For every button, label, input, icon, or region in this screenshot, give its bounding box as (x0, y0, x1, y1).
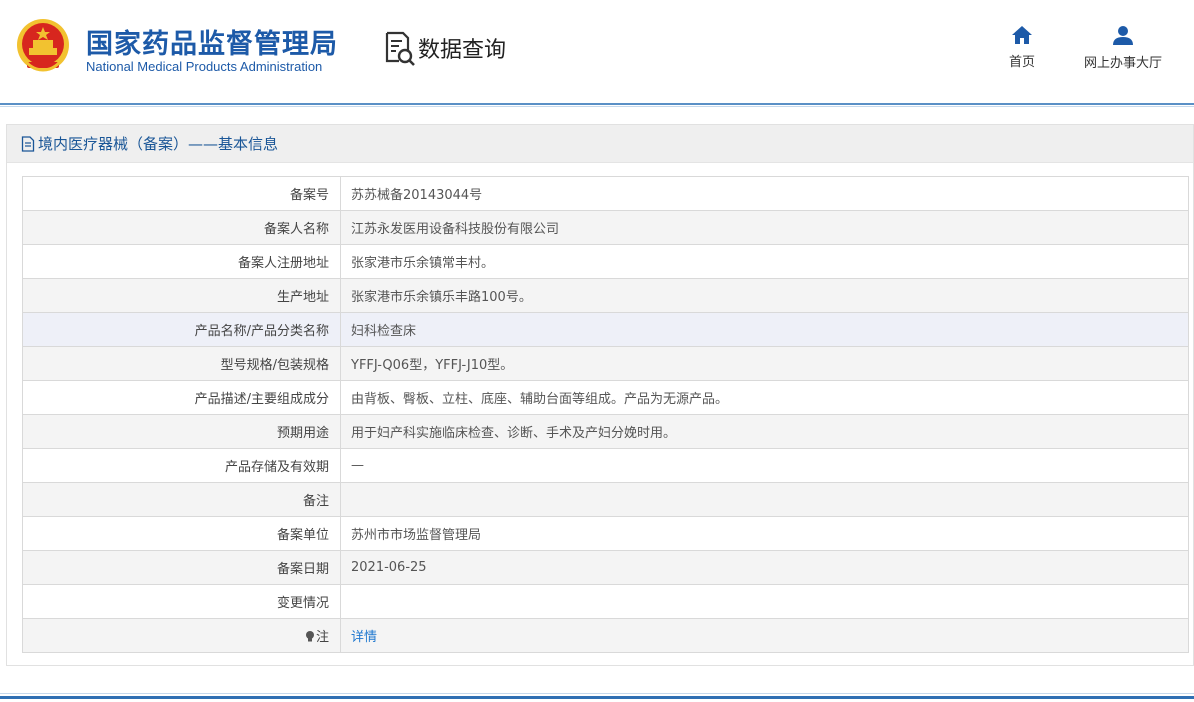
header-divider (0, 103, 1194, 105)
site-header: 国家药品监督管理局 National Medical Products Admi… (0, 0, 1194, 104)
basic-info-panel: 境内医疗器械（备案）——基本信息 备案号 苏苏械备20143044号 备案人名称… (6, 124, 1194, 666)
table-row: 产品描述/主要组成成分 由背板、臀板、立柱、底座、辅助台面等组成。产品为无源产品… (22, 380, 1189, 415)
nav-online-service-hall-label: 网上办事大厅 (1083, 56, 1162, 71)
row-label: 产品存储及有效期 (22, 448, 341, 483)
row-value: 江苏永发医用设备科技股份有限公司 (340, 210, 1189, 245)
row-value: 苏州市市场监督管理局 (340, 516, 1189, 551)
national-emblem-icon (17, 19, 69, 72)
document-search-icon (385, 31, 415, 66)
row-label: 备案号 (22, 176, 341, 211)
row-value: — (340, 448, 1189, 483)
row-label: 备案日期 (22, 550, 341, 585)
table-row: 备案人注册地址 张家港市乐余镇常丰村。 (22, 244, 1189, 279)
table-row: 型号规格/包装规格 YFFJ-Q06型，YFFJ-J10型。 (22, 346, 1189, 381)
details-link[interactable]: 详情 (351, 630, 377, 645)
lightbulb-icon (305, 631, 314, 642)
row-label: 产品名称/产品分类名称 (22, 312, 341, 347)
row-label: 产品描述/主要组成成分 (22, 380, 341, 415)
table-row: 备案单位 苏州市市场监督管理局 (22, 516, 1189, 551)
document-icon (21, 135, 35, 152)
header-divider-light (0, 106, 1194, 107)
panel-title-bar: 境内医疗器械（备案）——基本信息 (7, 125, 1193, 163)
row-label: 备注 (22, 482, 341, 517)
home-icon (1012, 26, 1032, 44)
table-row: 备注 (22, 482, 1189, 517)
table-row: 产品名称/产品分类名称 妇科检查床 (22, 312, 1189, 347)
row-label: 变更情况 (22, 584, 341, 619)
row-value: 用于妇产科实施临床检查、诊断、手术及产妇分娩时用。 (340, 414, 1189, 449)
footer-divider (0, 696, 1194, 699)
row-label: 备案单位 (22, 516, 341, 551)
row-label: 注 (315, 630, 329, 645)
org-name-en: National Medical Products Administration (86, 59, 323, 74)
row-value: YFFJ-Q06型，YFFJ-J10型。 (340, 346, 1189, 381)
note-label-cell: 注 (22, 618, 341, 653)
row-label: 备案人名称 (22, 210, 341, 245)
row-value (340, 482, 1189, 517)
row-value: 由背板、臀板、立柱、底座、辅助台面等组成。产品为无源产品。 (340, 380, 1189, 415)
row-value: 苏苏械备20143044号 (340, 176, 1189, 211)
data-query-label: 数据查询 (418, 38, 507, 63)
row-label: 备案人注册地址 (22, 244, 341, 279)
table-row: 备案号 苏苏械备20143044号 (22, 176, 1189, 211)
row-value (340, 584, 1189, 619)
nav-online-service-hall[interactable]: 网上办事大厅 (1078, 26, 1168, 71)
table-row: 产品存储及有效期 — (22, 448, 1189, 483)
nav-home-label: 首页 (1008, 55, 1035, 70)
org-name-cn: 国家药品监督管理局 (86, 29, 338, 60)
footer-divider-light (0, 693, 1194, 694)
row-value: 张家港市乐余镇乐丰路100号。 (340, 278, 1189, 313)
table-row: 备案人名称 江苏永发医用设备科技股份有限公司 (22, 210, 1189, 245)
note-value-cell: 详情 (340, 618, 1189, 653)
user-icon (1113, 26, 1133, 45)
row-label: 型号规格/包装规格 (22, 346, 341, 381)
table-row: 变更情况 (22, 584, 1189, 619)
table-row: 预期用途 用于妇产科实施临床检查、诊断、手术及产妇分娩时用。 (22, 414, 1189, 449)
nav-home[interactable]: 首页 (1004, 26, 1040, 70)
panel-title: 境内医疗器械（备案）——基本信息 (38, 135, 279, 153)
row-value: 张家港市乐余镇常丰村。 (340, 244, 1189, 279)
row-value: 妇科检查床 (340, 312, 1189, 347)
table-row: 备案日期 2021-06-25 (22, 550, 1189, 585)
row-label: 预期用途 (22, 414, 341, 449)
row-value: 2021-06-25 (340, 550, 1189, 585)
data-query-heading: 数据查询 (384, 30, 506, 66)
basic-info-table: 备案号 苏苏械备20143044号 备案人名称 江苏永发医用设备科技股份有限公司… (22, 176, 1189, 653)
table-row: 生产地址 张家港市乐余镇乐丰路100号。 (22, 278, 1189, 313)
row-label: 生产地址 (22, 278, 341, 313)
table-row: 注 详情 (22, 618, 1189, 653)
